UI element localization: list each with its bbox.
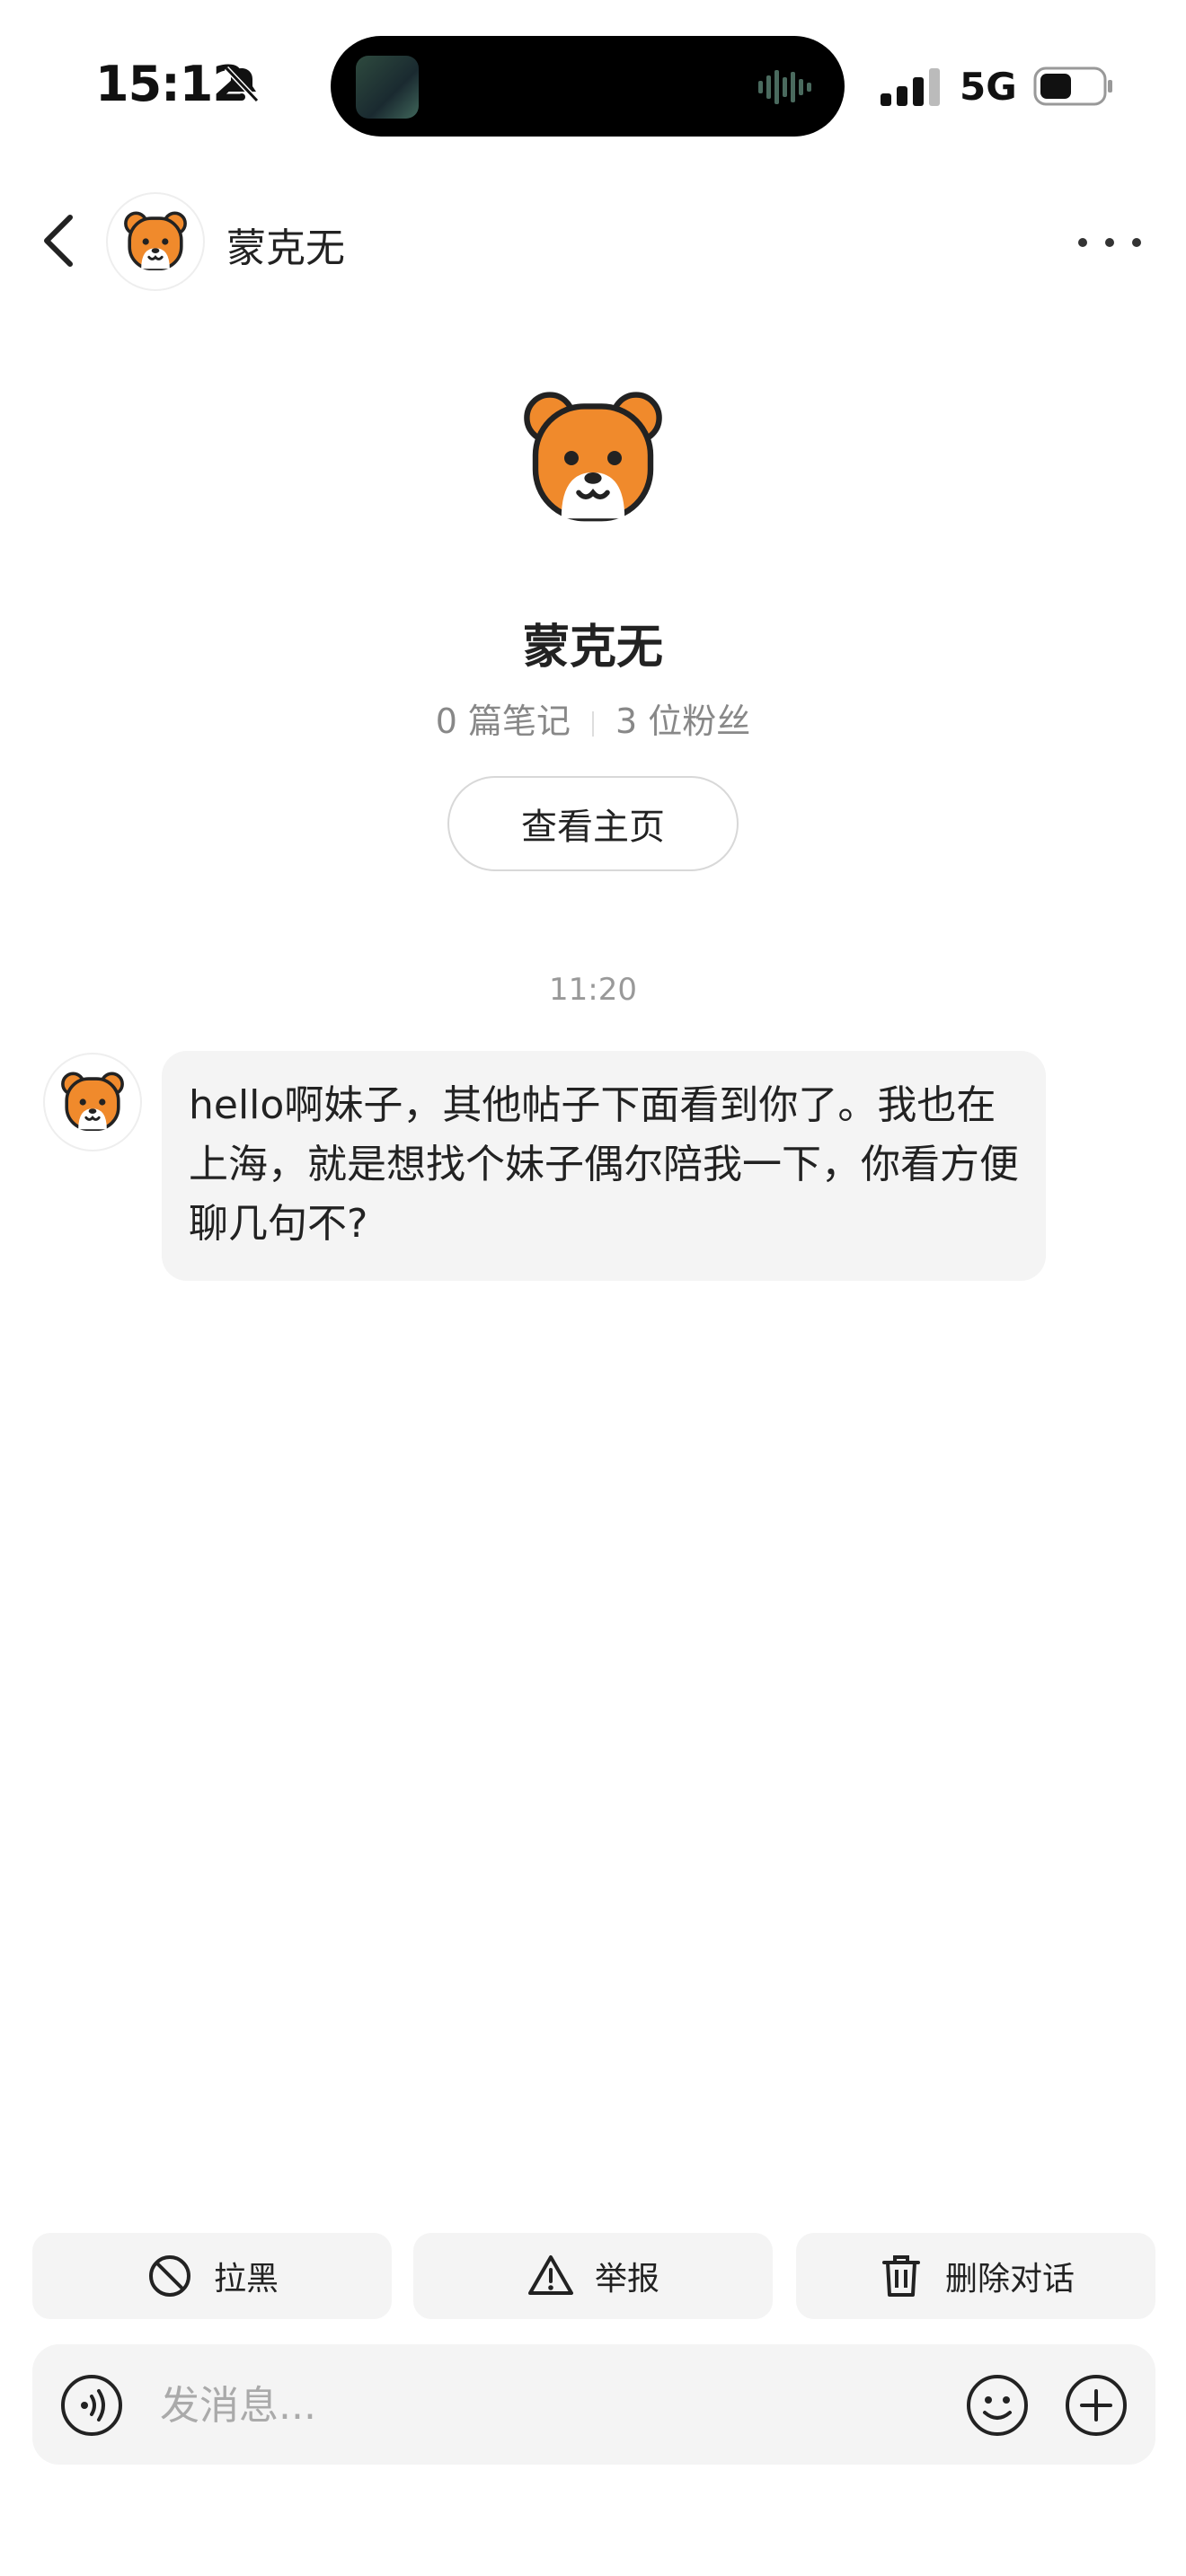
message-input[interactable] (160, 2369, 969, 2441)
report-button[interactable]: 举报 (413, 2233, 773, 2319)
trash-icon (881, 2255, 920, 2297)
bear-avatar-icon[interactable] (521, 386, 665, 530)
profile-stats: 0 篇笔记 3 位粉丝 (0, 693, 1186, 743)
avatar[interactable] (43, 1053, 142, 1151)
avatar[interactable] (106, 192, 205, 291)
conversation-actions: 拉黑 举报 删除对话 (32, 2233, 1155, 2319)
divider (592, 710, 594, 737)
delete-label: 删除对话 (944, 2261, 1075, 2298)
audio-wave-icon (758, 70, 811, 104)
warning-icon (527, 2255, 573, 2295)
contact-name[interactable]: 蒙克无 (226, 216, 345, 273)
dynamic-island[interactable] (331, 36, 845, 137)
back-arrow-icon[interactable] (31, 207, 84, 275)
chat-header: 蒙克无 (0, 189, 1186, 296)
emoji-icon[interactable] (965, 2373, 1030, 2438)
voice-icon[interactable] (59, 2373, 124, 2438)
message-timestamp: 11:20 (549, 972, 637, 1008)
status-bar: 15:12 5G (0, 0, 1186, 171)
block-icon (148, 2255, 190, 2297)
notes-count: 0 篇笔记 (435, 701, 571, 741)
message-input-bar (32, 2344, 1155, 2465)
now-playing-thumbnail (356, 56, 419, 119)
delete-conversation-button[interactable]: 删除对话 (796, 2233, 1155, 2319)
block-label: 拉黑 (213, 2261, 279, 2298)
message-bubble[interactable]: hello啊妹子，其他帖子下面看到你了。我也在上海，就是想找个妹子偶尔陪我一下，… (162, 1051, 1046, 1281)
report-label: 举报 (594, 2261, 659, 2298)
battery-icon (1033, 66, 1112, 106)
block-button[interactable]: 拉黑 (32, 2233, 392, 2319)
more-icon[interactable] (1078, 216, 1141, 269)
bear-avatar-icon (124, 211, 187, 271)
view-home-button[interactable]: 查看主页 (447, 776, 739, 871)
plus-icon[interactable] (1064, 2373, 1128, 2438)
network-type: 5G (960, 65, 1017, 109)
bell-muted-icon (224, 66, 260, 103)
profile-name: 蒙克无 (522, 621, 663, 675)
fans-count: 3 位粉丝 (615, 701, 751, 741)
signal-icon (881, 68, 940, 106)
bear-avatar-icon (61, 1072, 124, 1132)
